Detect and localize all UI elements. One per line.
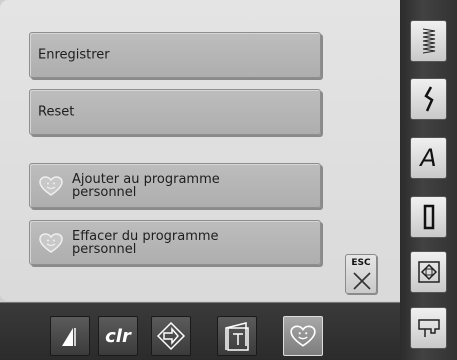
- save-button[interactable]: Enregistrer: [29, 32, 321, 78]
- add-line-2: personnel: [72, 184, 137, 200]
- delete-line-2: personnel: [72, 241, 137, 257]
- clr-button[interactable]: clr: [98, 316, 138, 356]
- alphabet-icon: A: [420, 144, 437, 172]
- personal-program-button[interactable]: [283, 316, 323, 356]
- decorative-stitch-button[interactable]: [410, 78, 447, 120]
- tension-icon: [62, 328, 76, 346]
- delete-from-personal-program-button[interactable]: Effacer du programme personnel: [29, 220, 321, 265]
- clr-icon: clr: [105, 325, 131, 347]
- tension-button[interactable]: [50, 316, 90, 356]
- quilt-stitch-icon: [417, 261, 440, 283]
- personal-program-heart-icon: [290, 325, 316, 347]
- decorative-stitch-icon: [423, 86, 434, 112]
- zigzag-stitch-button[interactable]: [410, 20, 447, 62]
- navigate-button[interactable]: [151, 316, 191, 356]
- save-button-label: Enregistrer: [38, 47, 110, 63]
- close-x-icon: [353, 272, 371, 290]
- alphabet-button[interactable]: A: [410, 137, 447, 179]
- presser-foot-button[interactable]: [410, 307, 447, 349]
- buttonhole-icon: [423, 204, 434, 230]
- main-panel: Enregistrer Reset Ajouter au programme p…: [0, 0, 400, 301]
- heart-smiley-icon: [38, 231, 64, 255]
- book-button[interactable]: [217, 316, 257, 356]
- navigate-arrow-icon: [156, 321, 186, 351]
- esc-label: ESC: [351, 258, 371, 268]
- add-to-personal-program-label: Ajouter au programme personnel: [72, 173, 220, 199]
- bottom-toolbar: clr: [0, 302, 400, 360]
- zigzag-stitch-icon: [422, 28, 435, 54]
- reset-button-label: Reset: [38, 104, 75, 120]
- delete-from-personal-program-label: Effacer du programme personnel: [72, 230, 219, 256]
- add-to-personal-program-button[interactable]: Ajouter au programme personnel: [29, 163, 321, 208]
- buttonhole-button[interactable]: [410, 196, 447, 238]
- quilt-stitch-button[interactable]: [410, 251, 447, 293]
- side-toolbar: A: [400, 0, 457, 360]
- esc-button[interactable]: ESC: [345, 254, 377, 294]
- presser-foot-icon: [417, 319, 440, 337]
- book-icon: [225, 322, 249, 351]
- heart-smiley-icon: [38, 174, 64, 198]
- reset-button[interactable]: Reset: [29, 89, 321, 135]
